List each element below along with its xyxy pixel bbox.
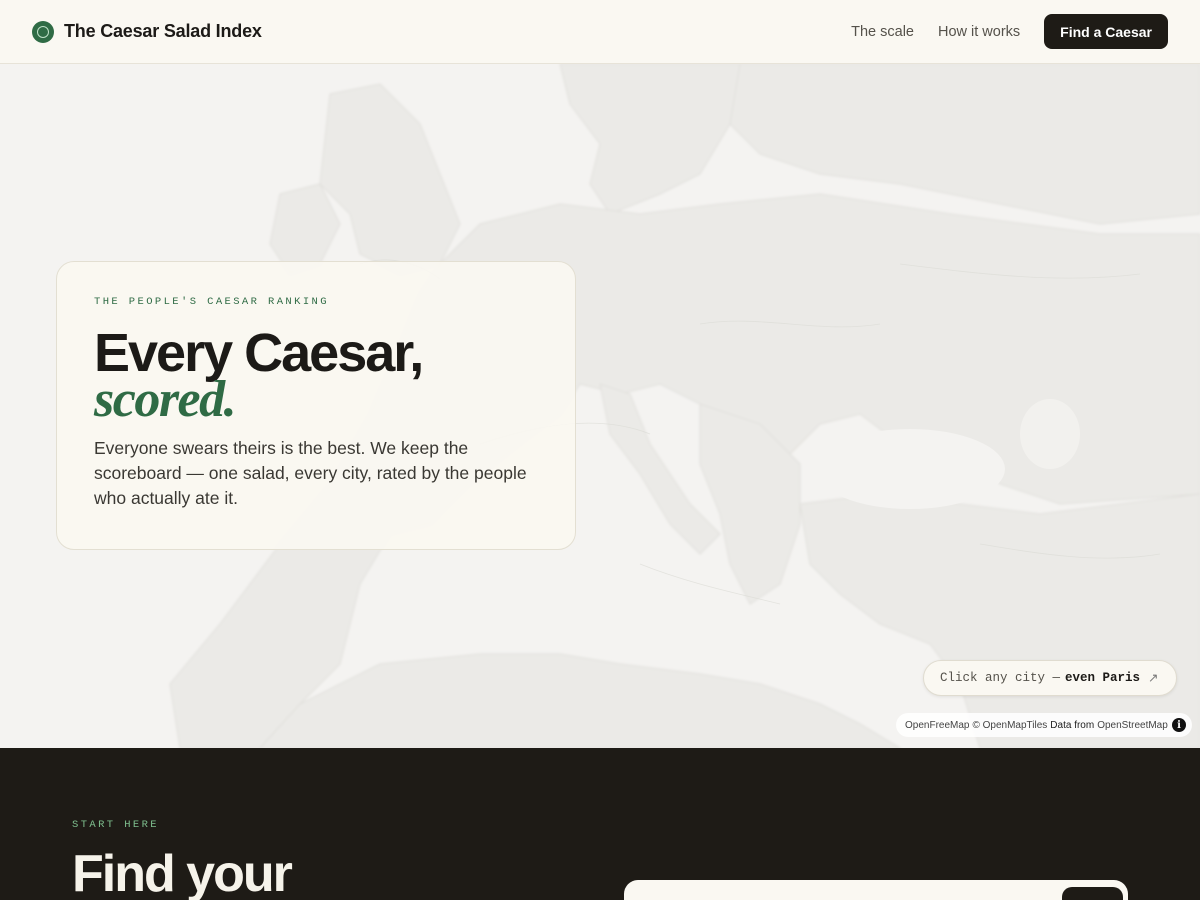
hero-card: THE PEOPLE'S CAESAR RANKING Every Caesar… <box>56 261 576 550</box>
brand-name[interactable]: The Caesar Salad Index <box>64 21 262 42</box>
start-eyebrow: START HERE <box>72 819 160 831</box>
attrib-osm-link[interactable]: OpenStreetMap <box>1097 720 1168 731</box>
attrib-openfreemap-link[interactable]: OpenFreeMap <box>905 720 969 731</box>
start-title: Find your <box>72 845 293 900</box>
start-section: START HERE Find your <box>0 748 1200 900</box>
info-icon[interactable]: i <box>1172 718 1186 732</box>
find-a-caesar-button[interactable]: Find a Caesar <box>1044 14 1168 49</box>
map-attribution: OpenFreeMap © OpenMapTiles Data from Ope… <box>896 713 1192 737</box>
attrib-data-from: Data from <box>1050 719 1095 731</box>
logo-icon[interactable] <box>32 20 54 43</box>
map-hint-emphasis: even Paris <box>1065 671 1141 685</box>
attrib-openmaptiles-link[interactable]: © OpenMapTiles <box>972 720 1047 731</box>
nav-link-the-scale[interactable]: The scale <box>851 24 914 40</box>
map-hint-text: Click any city — <box>940 671 1061 685</box>
arrow-up-right-icon: ↗ <box>1148 672 1159 686</box>
main-nav: The scale How it works Find a Caesar <box>851 14 1168 49</box>
city-search-input[interactable] <box>624 880 1128 900</box>
map-city-hint[interactable]: Click any city — even Paris ↗ <box>923 660 1177 696</box>
hero-title: Every Caesar, scored. <box>94 326 538 428</box>
hero-description: Everyone swears theirs is the best. We k… <box>94 438 527 508</box>
site-header: The Caesar Salad Index The scale How it … <box>0 0 1200 64</box>
nav-link-how-it-works[interactable]: How it works <box>938 24 1020 40</box>
hero-eyebrow: THE PEOPLE'S CAESAR RANKING <box>94 296 329 308</box>
hero-title-accent: scored. <box>94 371 237 428</box>
search-submit-button[interactable] <box>1062 887 1123 900</box>
